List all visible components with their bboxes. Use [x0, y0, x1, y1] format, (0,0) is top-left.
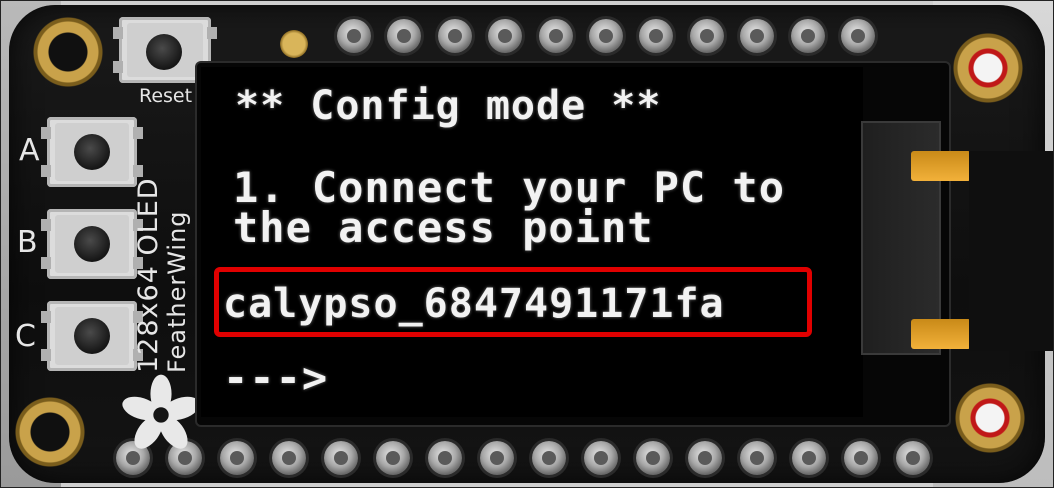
header-pin-icon — [740, 441, 774, 475]
header-pin-icon — [272, 441, 306, 475]
header-pin-icon — [480, 441, 514, 475]
header-pin-icon — [690, 19, 724, 53]
header-pin-icon — [688, 441, 722, 475]
header-pin-icon — [337, 19, 371, 53]
header-pin-icon — [589, 19, 623, 53]
model-silkscreen: 128x64 OLED FeatherWing — [133, 177, 191, 373]
header-pin-icon — [488, 19, 522, 53]
button-c[interactable] — [41, 301, 143, 371]
header-pin-icon — [387, 19, 421, 53]
button-a-label: A — [19, 133, 40, 168]
button-a[interactable] — [41, 117, 143, 187]
button-b[interactable] — [41, 209, 143, 279]
oled-arrow: ---> — [223, 353, 329, 402]
oled-instruction-line-2: the access point — [233, 203, 654, 252]
button-c-label: C — [15, 319, 36, 354]
mounting-hole-icon — [31, 15, 105, 89]
header-pin-icon — [639, 19, 673, 53]
button-b-label: B — [17, 225, 38, 260]
flex-tape-top — [911, 151, 971, 181]
header-pin-icon — [376, 441, 410, 475]
ssid-highlight-box — [214, 267, 812, 337]
model-line-1: 128x64 OLED — [133, 177, 164, 373]
header-pin-icon — [532, 441, 566, 475]
header-pin-icon — [324, 441, 358, 475]
model-line-2: FeatherWing — [163, 210, 191, 373]
mounting-hole-icon — [13, 395, 87, 469]
mounting-hole-icon — [953, 381, 1027, 455]
header-pin-icon — [428, 441, 462, 475]
oled-title: ** Config mode ** — [235, 83, 662, 129]
header-pin-icon — [584, 441, 618, 475]
header-pin-icon — [539, 19, 573, 53]
adafruit-flower-icon — [122, 374, 200, 449]
header-pin-icon — [792, 441, 826, 475]
mounting-hole-icon — [951, 31, 1025, 105]
header-pin-icon — [740, 19, 774, 53]
header-pin-icon — [841, 19, 875, 53]
flex-cable — [969, 151, 1053, 351]
header-pin-icon — [220, 441, 254, 475]
header-pin-icon — [636, 441, 670, 475]
via-pad — [280, 30, 308, 58]
header-pin-icon — [896, 441, 930, 475]
reset-label: Reset — [139, 85, 193, 107]
header-pin-icon — [844, 441, 878, 475]
header-pin-icon — [438, 19, 472, 53]
flex-tape-bottom — [911, 319, 971, 349]
photo-frame: Reset A B C 128x64 OLED FeatherWing ** C… — [0, 0, 1054, 488]
header-pin-icon — [791, 19, 825, 53]
